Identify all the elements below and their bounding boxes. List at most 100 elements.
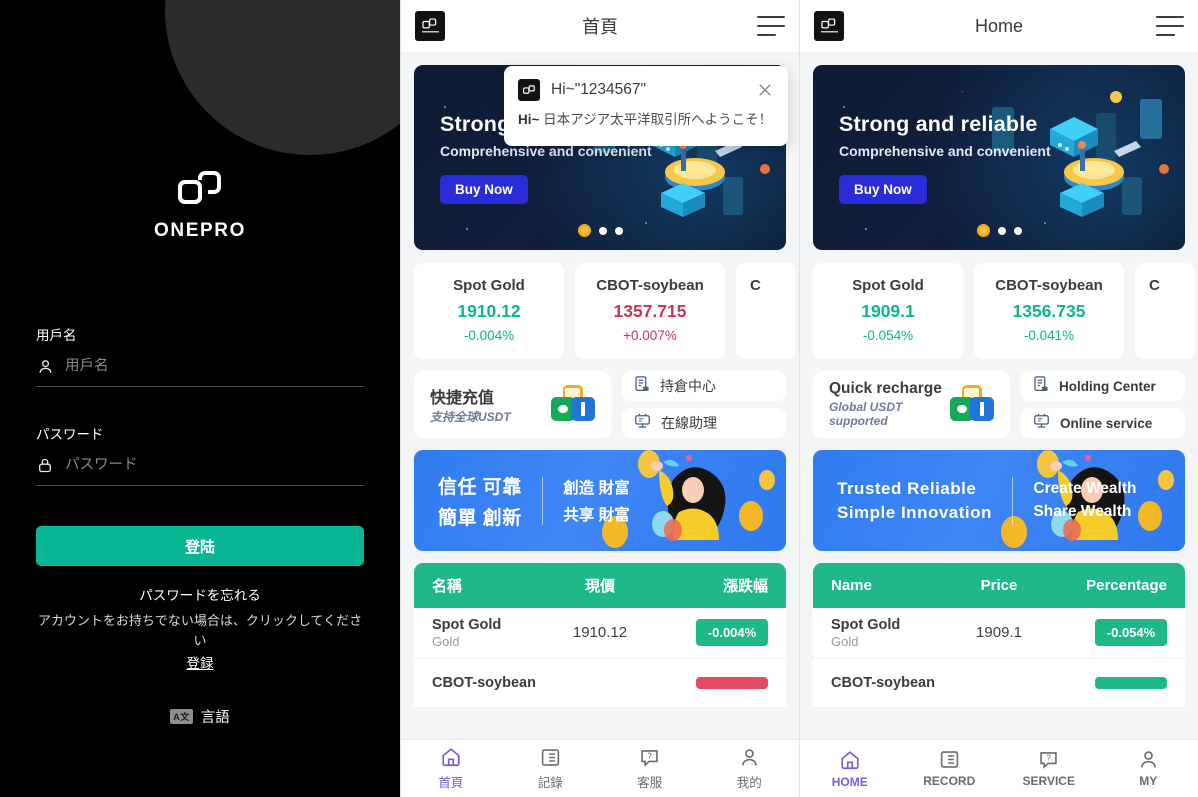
quick-recharge-card[interactable]: Quick recharge Global USDT supported (813, 371, 1010, 438)
column-header-name: Name (831, 577, 872, 594)
holding-center-link[interactable]: Holding Center (1021, 371, 1185, 401)
toast-body-prefix: Hi~ (518, 112, 540, 127)
tab-home[interactable]: 首頁 (401, 746, 501, 791)
promo-line4: Share Wealth (1033, 503, 1132, 520)
promo-banner[interactable]: 信任 可靠 簡單 創新 創造 財富 共享 財富 (414, 450, 786, 551)
carousel-dot[interactable] (598, 226, 607, 235)
password-input[interactable] (65, 457, 364, 473)
hamburger-menu-icon[interactable] (757, 16, 785, 36)
row-symbol: Spot Gold (831, 616, 901, 633)
promo-banner[interactable]: Trusted Reliable Simple Innovation Creat… (813, 450, 1185, 551)
promo-line1: 信任 可靠 (438, 476, 522, 498)
forgot-password-link[interactable]: パスワードを忘れる (36, 584, 364, 604)
promo-divider (1011, 476, 1014, 525)
quick-recharge-card[interactable]: 快捷充值 支持全球USDT (414, 371, 611, 438)
row-symbol: CBOT-soybean (831, 674, 935, 691)
home-icon (442, 748, 460, 767)
login-button[interactable]: 登陆 (36, 526, 364, 566)
onepro-logo-icon[interactable] (415, 11, 445, 41)
table-header: 名稱 現價 漲跌幅 (414, 563, 786, 608)
tab-my[interactable]: 我的 (700, 747, 800, 791)
tab-label: HOME (831, 774, 868, 789)
quote-name: C (1149, 277, 1160, 294)
user-icon (36, 357, 54, 375)
quote-name: Spot Gold (453, 277, 525, 294)
online-service-link[interactable]: 在線助理 (622, 408, 786, 438)
tab-service[interactable]: ? 客服 (600, 747, 700, 791)
wallet-payment-icon (950, 384, 994, 425)
holding-center-link[interactable]: 持倉中心 (622, 371, 786, 401)
quote-card-partial[interactable]: C (736, 263, 796, 359)
phone-preview-chinese: 首頁 Strong Comprehensive and convenient B… (400, 0, 799, 797)
buy-now-button[interactable]: Buy Now (440, 175, 528, 204)
quick-recharge-subtitle: 支持全球USDT (430, 410, 511, 425)
svg-text:?: ? (1047, 753, 1052, 762)
promo-left-text: 信任 可靠 簡單 創新 (414, 472, 522, 530)
quote-name: CBOT-soybean (596, 277, 704, 294)
quote-card-partial[interactable]: C (1135, 263, 1195, 359)
promo-line4: 共享 財富 (563, 507, 630, 524)
hamburger-menu-icon[interactable] (1156, 16, 1184, 36)
promo-line2: 簡單 創新 (438, 507, 522, 529)
hero-banner[interactable]: Strong and reliable Comprehensive and co… (813, 65, 1185, 250)
svg-text:?: ? (648, 751, 653, 760)
promo-line3: Create Wealth (1033, 480, 1137, 497)
page-title: 首頁 (582, 17, 618, 37)
tab-label: RECORD (923, 774, 976, 788)
quote-change: -0.041% (1023, 328, 1075, 343)
onepro-logo-icon (178, 168, 222, 213)
carousel-dots[interactable] (414, 224, 786, 237)
tab-service[interactable]: ? SERVICE (999, 749, 1099, 788)
wallet-payment-icon (551, 384, 595, 425)
table-row[interactable]: CBOT-soybean (813, 658, 1185, 708)
carousel-dot[interactable] (1013, 226, 1022, 235)
carousel-dot[interactable] (997, 226, 1006, 235)
quick-recharge-title: 快捷充值 (430, 390, 495, 408)
table-row[interactable]: Spot Gold Gold 1909.1 -0.054% (813, 608, 1185, 658)
quick-actions-row: Quick recharge Global USDT supported Hol… (813, 371, 1185, 438)
quote-price: 1357.715 (613, 301, 687, 321)
quick-links: 持倉中心 在線助理 (622, 371, 786, 438)
register-link[interactable]: 登録 (36, 652, 364, 672)
quote-card-list: Spot Gold 1910.12 -0.004% CBOT-soybean 1… (414, 263, 796, 359)
table-row[interactable]: Spot Gold Gold 1910.12 -0.004% (414, 608, 786, 658)
tab-record[interactable]: RECORD (900, 749, 1000, 788)
page-title: Home (974, 15, 1023, 36)
promo-line1: Trusted Reliable (837, 478, 977, 498)
quote-card[interactable]: Spot Gold 1909.1 -0.054% (813, 263, 963, 359)
table-header: Name Price Percentage (813, 563, 1185, 608)
support-chat-icon: ? (1040, 752, 1057, 769)
onepro-logo-icon[interactable] (814, 11, 844, 41)
tab-record[interactable]: 記錄 (501, 747, 601, 791)
carousel-dot[interactable] (614, 226, 623, 235)
quote-card[interactable]: CBOT-soybean 1357.715 +0.007% (575, 263, 725, 359)
online-service-link[interactable]: Online service (1021, 408, 1185, 438)
close-icon[interactable] (756, 81, 774, 99)
no-account-text: アカウントをお持ちでない場合は、クリックしてください (37, 613, 363, 648)
hero-heading: Strong and reliable (839, 112, 1038, 136)
carousel-dot-active[interactable] (577, 224, 591, 237)
username-input[interactable] (65, 358, 364, 374)
column-header-name: 名稱 (432, 578, 463, 595)
tab-my[interactable]: MY (1099, 749, 1198, 788)
bottom-tab-bar-cn: 首頁 記錄 ? 客服 我的 (401, 739, 799, 797)
quote-card[interactable]: Spot Gold 1910.12 -0.004% (414, 263, 564, 359)
login-panel: ONEPRO 用戶名 パスワード (0, 0, 400, 797)
buy-now-button[interactable]: Buy Now (839, 175, 927, 204)
quote-card-list: Spot Gold 1909.1 -0.054% CBOT-soybean 13… (813, 263, 1195, 359)
onepro-logo-icon (518, 79, 540, 101)
language-selector[interactable]: A文 言語 (36, 706, 364, 727)
quote-card[interactable]: CBOT-soybean 1356.735 -0.041% (974, 263, 1124, 359)
home-icon (841, 750, 859, 769)
promo-line2: Simple Innovation (837, 502, 992, 522)
online-service-icon (633, 412, 652, 435)
table-row[interactable]: CBOT-soybean (414, 658, 786, 708)
carousel-dot-active[interactable] (976, 224, 990, 237)
user-profile-icon (1140, 751, 1156, 768)
promo-left-text: Trusted Reliable Simple Innovation (813, 479, 992, 523)
language-label: 言語 (200, 710, 230, 726)
carousel-dots[interactable] (813, 224, 1185, 237)
online-service-icon (1032, 412, 1051, 435)
quote-change: -0.054% (862, 328, 914, 343)
tab-home[interactable]: HOME (800, 749, 900, 789)
